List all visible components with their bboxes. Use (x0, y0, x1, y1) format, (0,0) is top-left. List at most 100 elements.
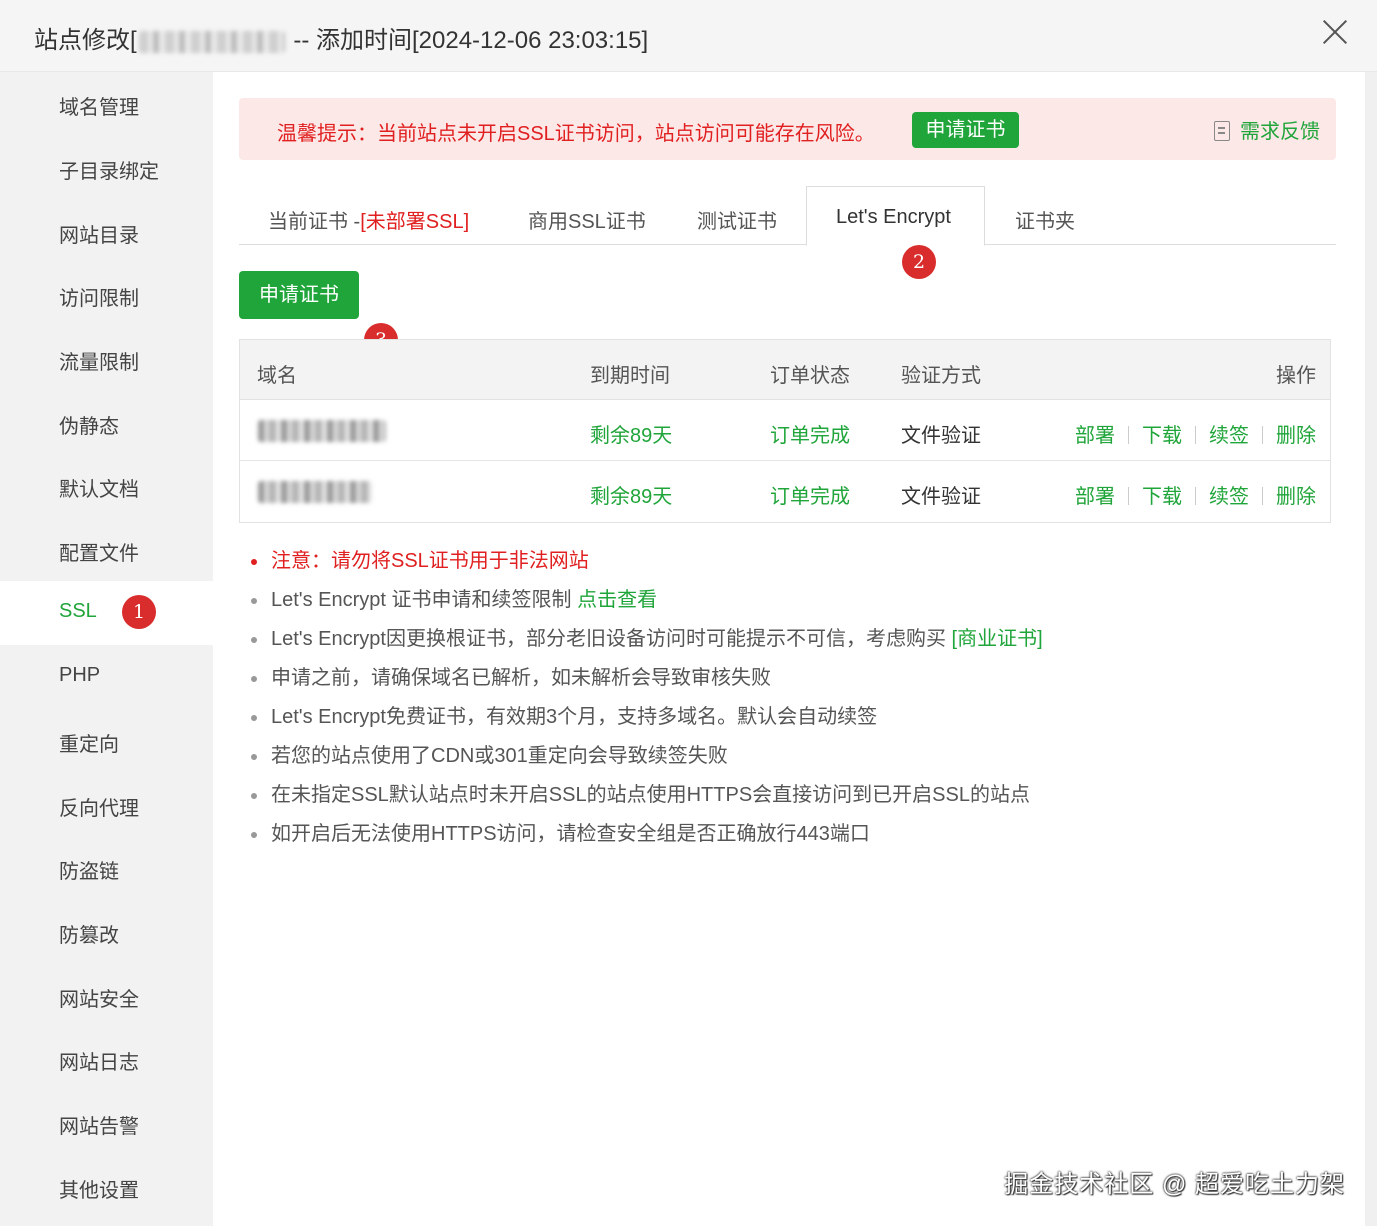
note-port-443: 如开启后无法使用HTTPS访问，请检查安全组是否正确放行443端口 (249, 819, 1043, 858)
sidebar-item-hotlink[interactable]: 防盗链 (0, 836, 213, 900)
warning-text: 温馨提示：当前站点未开启SSL证书访问，站点访问可能存在风险。 (277, 123, 875, 145)
sidebar-item-label: 默认文档 (59, 479, 139, 501)
tab-label: 当前证书 -[未部署SSL] (268, 205, 469, 234)
sidebar-item-label: 流量限制 (59, 352, 139, 374)
delete-link[interactable]: 删除 (1276, 486, 1316, 508)
status-cell: 订单完成 (770, 486, 850, 508)
commercial-cert-link[interactable]: [商业证书] (952, 628, 1043, 650)
step-badge-2: 2 (902, 245, 936, 279)
cert-table: 域名 到期时间 订单状态 验证方式 操作 剩余89天 订单完成 文件验证 部署下… (239, 339, 1331, 523)
sidebar-item-label: 子目录绑定 (59, 161, 159, 183)
tab-letsencrypt[interactable]: Let's Encrypt (806, 186, 985, 246)
redacted-site-name (138, 30, 285, 53)
sidebar-item-label: 访问限制 (59, 288, 139, 310)
ssl-warning-banner: 温馨提示：当前站点未开启SSL证书访问，站点访问可能存在风险。 申请证书 需求反… (239, 98, 1336, 160)
sidebar-item-traffic-limit[interactable]: 流量限制 (0, 327, 213, 391)
col-verify: 验证方式 (901, 365, 981, 387)
sidebar-item-label: 重定向 (59, 734, 119, 756)
ssl-tabs: 当前证书 -[未部署SSL] 商用SSL证书 测试证书 Let's Encryp… (239, 186, 1336, 246)
cert-status-badge: [未部署SSL] (360, 211, 470, 233)
renew-link[interactable]: 续签 (1209, 486, 1249, 508)
sidebar-item-label: 网站安全 (59, 989, 139, 1011)
tab-test-cert[interactable]: 测试证书 (697, 186, 797, 245)
redacted-domain (258, 420, 386, 442)
divider (1128, 487, 1129, 505)
download-link[interactable]: 下载 (1142, 486, 1182, 508)
note-illegal-warning: 注意：请勿将SSL证书用于非法网站 (249, 546, 1043, 585)
sidebar-item-label: 其他设置 (59, 1180, 139, 1202)
status-cell: 订单完成 (770, 425, 850, 447)
divider (1195, 426, 1196, 444)
row-actions: 部署 下载 续签 删除 (1075, 480, 1316, 509)
close-icon[interactable] (1321, 18, 1349, 46)
divider (1128, 426, 1129, 444)
sidebar-item-alerts[interactable]: 网站告警 (0, 1091, 213, 1155)
right-edge-strip (1365, 72, 1377, 1226)
sidebar-item-label: 网站目录 (59, 225, 139, 247)
sidebar-item-reverse-proxy[interactable]: 反向代理 (0, 773, 213, 837)
sidebar-item-label: 反向代理 (59, 798, 139, 820)
sidebar-item-ssl[interactable]: SSL 1 (0, 581, 213, 645)
tab-current-prefix: 当前证书 - (268, 211, 361, 233)
col-ops: 操作 (1276, 365, 1316, 387)
deploy-link[interactable]: 部署 (1075, 486, 1115, 508)
tab-label: 证书夹 (1015, 211, 1075, 233)
col-status: 订单状态 (770, 365, 850, 387)
feedback-link[interactable]: 需求反馈 (1214, 115, 1320, 144)
title-prefix: 站点修改[ (34, 27, 137, 54)
verify-cell: 文件验证 (901, 486, 981, 508)
sidebar-item-rewrite[interactable]: 伪静态 (0, 391, 213, 455)
tab-label: Let's Encrypt (836, 206, 951, 228)
title-bar: 站点修改[ -- 添加时间[2024-12-06 23:03:15] (0, 0, 1377, 72)
sidebar-item-label: PHP (59, 664, 101, 686)
title-suffix: -- 添加时间[2024-12-06 23:03:15] (286, 27, 649, 54)
note-default-site: 在未指定SSL默认站点时未开启SSL的站点使用HTTPS会直接访问到已开启SSL… (249, 780, 1043, 819)
note-text: Let's Encrypt因更换根证书，部分老旧设备访问时可能提示不可信，考虑购… (271, 628, 952, 650)
renew-link[interactable]: 续签 (1209, 425, 1249, 447)
sidebar-item-access-limit[interactable]: 访问限制 (0, 263, 213, 327)
sidebar-item-config[interactable]: 配置文件 (0, 518, 213, 582)
delete-link[interactable]: 删除 (1276, 425, 1316, 447)
dialog-title: 站点修改[ -- 添加时间[2024-12-06 23:03:15] (34, 20, 648, 55)
expire-cell: 剩余89天 (590, 425, 673, 447)
deploy-link[interactable]: 部署 (1075, 425, 1115, 447)
tab-current-cert[interactable]: 当前证书 -[未部署SSL] (268, 186, 508, 245)
note-dns: 申请之前，请确保域名已解析，如未解析会导致审核失败 (249, 663, 1043, 702)
sidebar: 域名管理 子目录绑定 网站目录 访问限制 流量限制 伪静态 默认文档 配置文件 … (0, 72, 213, 1226)
sidebar-item-security[interactable]: 网站安全 (0, 964, 213, 1028)
sidebar-item-label: 防篡改 (59, 925, 119, 947)
table-header: 域名 到期时间 订单状态 验证方式 操作 (240, 340, 1330, 400)
note-root-cert: Let's Encrypt因更换根证书，部分老旧设备访问时可能提示不可信，考虑购… (249, 624, 1043, 663)
col-expire: 到期时间 (590, 365, 670, 387)
row-actions: 部署 下载 续签 删除 (1075, 419, 1316, 448)
apply-cert-button[interactable]: 申请证书 (239, 271, 359, 319)
feedback-icon (1214, 121, 1230, 141)
sidebar-item-label: 伪静态 (59, 416, 119, 438)
tab-commercial-ssl[interactable]: 商用SSL证书 (528, 186, 668, 245)
verify-cell: 文件验证 (901, 425, 981, 447)
expire-cell: 剩余89天 (590, 486, 673, 508)
sidebar-item-redirect[interactable]: 重定向 (0, 709, 213, 773)
tab-cert-folder[interactable]: 证书夹 (1015, 186, 1095, 245)
sidebar-item-label: 配置文件 (59, 543, 139, 565)
sidebar-item-php[interactable]: PHP (0, 645, 213, 709)
tab-label: 商用SSL证书 (528, 211, 646, 233)
sidebar-item-other[interactable]: 其他设置 (0, 1155, 213, 1219)
divider (1262, 426, 1263, 444)
sidebar-item-tamper[interactable]: 防篡改 (0, 900, 213, 964)
watermark: 掘金技术社区 @ 超爱吃土力架 (1004, 1171, 1345, 1198)
sidebar-item-subdir[interactable]: 子目录绑定 (0, 136, 213, 200)
sidebar-item-label: 网站告警 (59, 1116, 139, 1138)
note-rate-limit: Let's Encrypt 证书申请和续签限制 点击查看 (249, 585, 1043, 624)
sidebar-item-default-doc[interactable]: 默认文档 (0, 454, 213, 518)
divider (1195, 487, 1196, 505)
sidebar-item-label: 防盗链 (59, 861, 119, 883)
step-badge-1: 1 (122, 595, 156, 629)
view-limits-link[interactable]: 点击查看 (577, 589, 657, 611)
download-link[interactable]: 下载 (1142, 425, 1182, 447)
note-validity: Let's Encrypt免费证书，有效期3个月，支持多域名。默认会自动续签 (249, 702, 1043, 741)
sidebar-item-domain[interactable]: 域名管理 (0, 72, 213, 136)
banner-apply-cert-button[interactable]: 申请证书 (912, 112, 1019, 148)
sidebar-item-site-dir[interactable]: 网站目录 (0, 200, 213, 264)
sidebar-item-logs[interactable]: 网站日志 (0, 1027, 213, 1091)
